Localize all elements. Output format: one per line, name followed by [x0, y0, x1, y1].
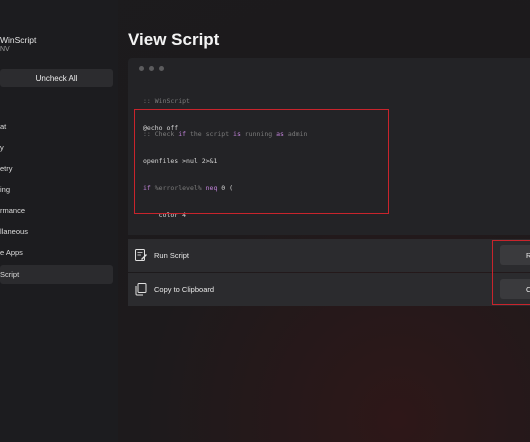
copy-clipboard-row: Copy to Clipboard C — [128, 273, 530, 306]
sidebar-item-label: Script — [0, 270, 20, 279]
code-admin-check: :: Check if the script is running as adm… — [143, 113, 358, 235]
page-title: View Script — [128, 30, 220, 49]
sidebar-item-label: y — [0, 143, 4, 152]
sidebar-item-privacy[interactable]: at — [0, 117, 113, 136]
code-line: color 4 — [143, 211, 187, 220]
sidebar: WinScript NV Uncheck All at y etry ing r… — [0, 0, 118, 442]
uncheck-all-button[interactable]: Uncheck All — [0, 69, 113, 87]
code-line: openfiles >nul 2>&1 — [143, 157, 218, 166]
app-subtitle: NV — [0, 46, 10, 53]
sidebar-item-gaming[interactable]: ing — [0, 180, 113, 199]
code-viewer[interactable]: :: WinScript @echo off :: Check if the s… — [128, 58, 530, 235]
sidebar-item-label: rmance — [0, 206, 26, 215]
code-footer: :: Admin privileges confirmed, continue … — [143, 224, 335, 235]
sidebar-item-label: ing — [0, 185, 11, 194]
run-script-row: Run Script R — [128, 239, 530, 272]
sidebar-item-view-script[interactable]: Script — [0, 265, 113, 284]
code-line: :: Check if the script is running as adm… — [143, 130, 308, 138]
copy-button[interactable]: C — [500, 279, 530, 299]
sidebar-item-telemetry[interactable]: etry — [0, 159, 113, 178]
sidebar-item-label: at — [0, 122, 7, 131]
sidebar-item-security[interactable]: y — [0, 138, 113, 157]
app-name: WinScript — [0, 35, 37, 45]
sidebar-item-apps[interactable]: e Apps — [0, 243, 113, 262]
sidebar-item-miscellaneous[interactable]: llaneous — [0, 222, 113, 241]
code-line: :: WinScript — [143, 97, 190, 105]
window-dots — [139, 66, 164, 71]
sidebar-item-label: e Apps — [0, 248, 23, 257]
sidebar-item-performance[interactable]: rmance — [0, 201, 113, 220]
script-edit-icon — [135, 249, 147, 261]
sidebar-item-label: etry — [0, 164, 13, 173]
code-line: if %errorlevel% neq 0 ( — [143, 184, 234, 193]
sidebar-item-label: llaneous — [0, 227, 28, 236]
copy-icon — [135, 283, 147, 296]
run-script-label: Run Script — [154, 251, 190, 260]
copy-clipboard-label: Copy to Clipboard — [154, 285, 215, 294]
run-script-button[interactable]: R — [500, 245, 530, 265]
